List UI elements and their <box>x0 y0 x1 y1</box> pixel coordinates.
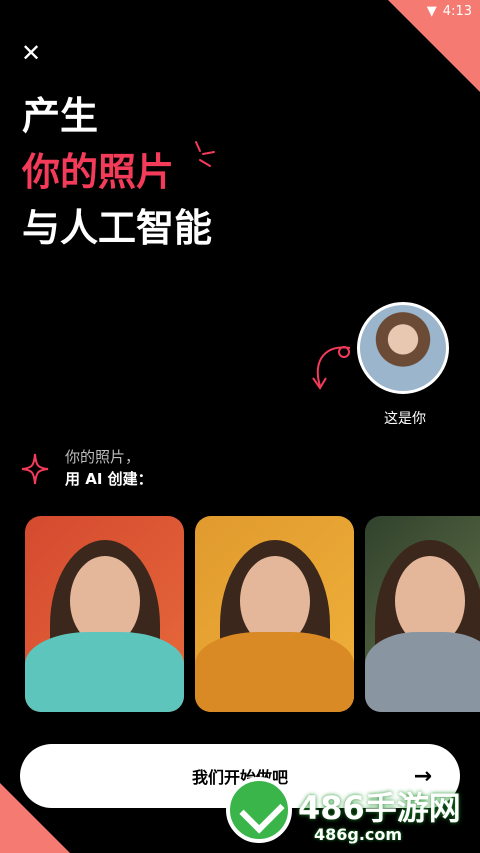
user-avatar-block: 这是你 <box>357 302 453 428</box>
watermark-title: 486手游网 <box>298 789 461 827</box>
sparkle-icon <box>21 453 49 485</box>
sample-photo-2[interactable] <box>195 516 354 712</box>
sample-photo-1[interactable] <box>25 516 184 712</box>
wifi-icon: ▼ <box>426 4 437 19</box>
close-button[interactable]: ✕ <box>18 40 44 66</box>
curved-arrow-icon <box>312 346 351 390</box>
sparks-icon <box>195 141 215 167</box>
prompt-line-1: 你的照片， <box>65 448 141 466</box>
prompt-text: 你的照片， 用 AI 创建： <box>65 446 153 490</box>
headline-line-1: 产生 <box>22 94 99 138</box>
watermark-url: 486g.com <box>314 825 403 844</box>
status-bar: ▼ 4:13 <box>427 4 472 19</box>
prompt-line-2: 用 AI 创建： <box>65 470 153 488</box>
status-time: 4:13 <box>442 4 472 19</box>
close-icon: ✕ <box>20 39 42 67</box>
headline-line-2: 你的照片 <box>22 150 175 194</box>
headline: 产生 你的照片 与人工智能 <box>22 88 212 256</box>
watermark: 486手游网 486g.com <box>226 773 480 853</box>
sample-photo-3[interactable] <box>365 516 480 712</box>
avatar <box>357 302 449 394</box>
headline-line-3: 与人工智能 <box>22 206 213 250</box>
avatar-label: 这是你 <box>384 411 426 427</box>
watermark-logo-icon <box>226 777 292 843</box>
